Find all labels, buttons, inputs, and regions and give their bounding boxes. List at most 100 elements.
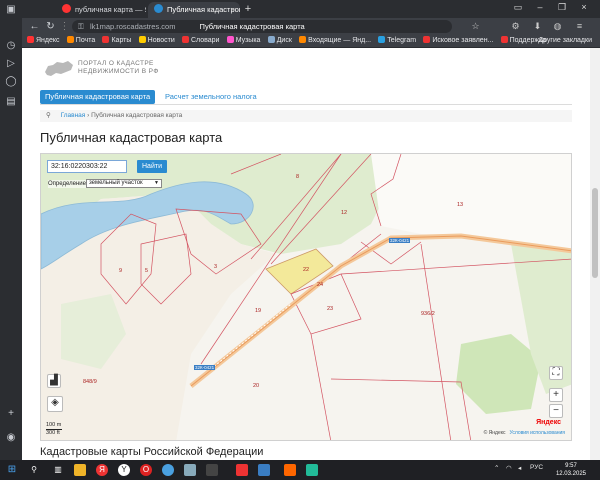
other-bookmarks[interactable]: Другие закладки bbox=[538, 35, 592, 47]
definition-label: Определение: bbox=[48, 180, 88, 188]
parcel-label[interactable]: 936/2 bbox=[421, 311, 435, 317]
chrome-icon[interactable] bbox=[162, 464, 174, 476]
history-icon[interactable]: ◷ bbox=[5, 40, 17, 52]
parcel-label[interactable]: 22 bbox=[303, 267, 309, 273]
home-icon[interactable]: ▣ bbox=[5, 4, 17, 16]
site-logo-text[interactable]: ПОРТАЛ О КАДАСТРЕ НЕДВИЖИМОСТИ В РФ bbox=[78, 60, 159, 76]
yandex-favicon-icon bbox=[62, 4, 71, 13]
section-heading: Кадастровые карты Российской Федерации bbox=[40, 446, 264, 458]
fullscreen-button[interactable]: ⛶ bbox=[549, 366, 563, 380]
pin-icon: ⚲ bbox=[46, 112, 51, 119]
input-language[interactable]: РУС bbox=[530, 464, 543, 471]
map-terms: © Яндекс Условия использования bbox=[483, 430, 566, 436]
bookmark-star-icon[interactable]: ☆ bbox=[470, 21, 481, 32]
wifi-icon[interactable]: ◠ bbox=[506, 464, 512, 472]
russia-map-logo-icon bbox=[45, 61, 73, 76]
terms-link[interactable]: Условия использования bbox=[510, 430, 566, 436]
tab-yandex-map[interactable]: публичная карта — Янде... bbox=[56, 2, 146, 18]
page-scrollbar[interactable] bbox=[590, 48, 600, 460]
tab-cadastral-map[interactable]: Публичная кадастровая ... × bbox=[148, 2, 240, 18]
app-icon[interactable] bbox=[206, 464, 218, 476]
zoom-in-button[interactable]: + bbox=[549, 388, 563, 402]
close-tab-icon[interactable]: × bbox=[231, 2, 235, 18]
volume-icon[interactable]: ◂ bbox=[518, 464, 521, 472]
parcel-label[interactable]: 9 bbox=[119, 268, 122, 274]
windows-start-icon[interactable]: ⊞ bbox=[6, 464, 18, 476]
messenger-icon[interactable]: ◯ bbox=[5, 76, 17, 88]
bookmark-item[interactable]: Диск bbox=[267, 35, 292, 47]
site-nav: Публичная кадастровая карта Расчет земел… bbox=[40, 90, 572, 105]
yandex-browser-icon[interactable]: Y bbox=[118, 464, 130, 476]
nav-cadastral-map[interactable]: Публичная кадастровая карта bbox=[40, 90, 156, 104]
chevron-down-icon: ▼ bbox=[154, 180, 159, 186]
extensions-icon[interactable]: ⚙ bbox=[510, 21, 521, 32]
yandex-app-icon[interactable]: Я bbox=[96, 464, 108, 476]
zoom-out-button[interactable]: − bbox=[549, 404, 563, 418]
search-icon[interactable]: ⚲ bbox=[28, 464, 40, 476]
parcel-label[interactable]: 8 bbox=[296, 174, 299, 180]
bookmark-item[interactable]: Карты bbox=[102, 35, 131, 47]
opera-icon[interactable]: O bbox=[140, 464, 152, 476]
layers-button[interactable]: ◈ bbox=[47, 396, 63, 412]
parcel-label[interactable]: 24 bbox=[317, 282, 323, 288]
map-canvas[interactable] bbox=[41, 154, 572, 441]
app-icon[interactable] bbox=[258, 464, 270, 476]
bookmark-item[interactable]: Входящие — Янд... bbox=[299, 35, 371, 47]
page-heading: Публичная кадастровая карта bbox=[40, 130, 223, 145]
new-tab-button[interactable]: + bbox=[242, 3, 254, 15]
nav-land-tax[interactable]: Расчет земельного налога bbox=[160, 90, 262, 104]
bookmark-item[interactable]: Новости bbox=[138, 35, 175, 47]
maximize-button[interactable]: ❐ bbox=[554, 2, 570, 13]
bookmarks-bar: Яндекс Почта Карты Новости Словари Музык… bbox=[22, 35, 600, 48]
bookmark-item[interactable]: Почта bbox=[66, 35, 95, 47]
tray-up-arrow-icon[interactable]: ⌃ bbox=[494, 464, 499, 472]
parcel-label[interactable]: 23 bbox=[327, 306, 333, 312]
app-icon[interactable] bbox=[184, 464, 196, 476]
bookmark-item[interactable]: Исковое заявлен... bbox=[423, 35, 493, 47]
parcel-label[interactable]: 13 bbox=[457, 202, 463, 208]
parcel-label[interactable]: 3 bbox=[214, 264, 217, 270]
cadastral-search-input[interactable]: 32:16:0220303:22 bbox=[47, 160, 127, 173]
bookmark-item[interactable]: Музыка bbox=[226, 35, 260, 47]
lock-icon: ⚿ bbox=[78, 22, 84, 31]
app-icon[interactable] bbox=[284, 464, 296, 476]
scrollbar-thumb[interactable] bbox=[592, 188, 598, 278]
alice-button-icon[interactable]: ◍ bbox=[552, 21, 563, 32]
minimize-button[interactable]: – bbox=[532, 2, 548, 12]
bookmark-item[interactable]: Telegram bbox=[378, 35, 416, 47]
reload-button[interactable]: ↻ bbox=[44, 20, 57, 33]
parcel-label[interactable]: 12 bbox=[341, 210, 347, 216]
page-title-in-bar: Публичная кадастровая карта bbox=[199, 22, 305, 31]
parcel-label[interactable]: 848/9 bbox=[83, 379, 97, 385]
parcel-label[interactable]: 19 bbox=[255, 308, 261, 314]
map-scale: 100 m 300 ft bbox=[46, 422, 62, 436]
back-button[interactable]: ← bbox=[28, 20, 41, 33]
breadcrumb-home[interactable]: Главная bbox=[61, 112, 86, 119]
play-icon[interactable]: ▷ bbox=[5, 58, 17, 70]
bookmark-item[interactable]: Яндекс bbox=[27, 35, 60, 47]
find-button[interactable]: Найти bbox=[137, 160, 167, 173]
cadastral-map[interactable]: 8 12 13 9 5 3 22 24 23 19 936/2 20 848/9… bbox=[40, 153, 572, 441]
downloads-icon[interactable]: ⬇ bbox=[532, 21, 543, 32]
ruler-button[interactable]: ▟ bbox=[47, 374, 61, 388]
definition-select[interactable]: земельный участок ▼ bbox=[86, 179, 162, 188]
parcel-label[interactable]: 5 bbox=[145, 268, 148, 274]
add-icon[interactable]: + bbox=[5, 408, 17, 420]
system-clock[interactable]: 9:57 12.03.2025 bbox=[556, 462, 586, 478]
parcel-label[interactable]: 20 bbox=[253, 383, 259, 389]
notes-icon[interactable]: ▤ bbox=[5, 96, 17, 108]
alice-icon[interactable]: ◉ bbox=[5, 432, 17, 444]
bookmark-item[interactable]: Словари bbox=[182, 35, 219, 47]
tab-strip: публичная карта — Янде... Публичная када… bbox=[22, 0, 600, 18]
task-view-icon[interactable]: ▥ bbox=[52, 464, 64, 476]
app-icon[interactable] bbox=[306, 464, 318, 476]
menu-icon[interactable]: ≡ bbox=[574, 21, 585, 32]
yandex-attribution[interactable]: Яндекс bbox=[536, 419, 561, 426]
browser-side-panel: ▣ ◷ ▷ ◯ ▤ + ◉ bbox=[0, 0, 22, 460]
file-explorer-icon[interactable] bbox=[74, 464, 86, 476]
bookmark-tabs-icon[interactable]: ▭ bbox=[510, 2, 526, 13]
url-field[interactable]: ⚿ lk1map.roscadastres.com Публичная када… bbox=[72, 20, 452, 33]
close-window-button[interactable]: × bbox=[576, 2, 592, 12]
forward-button[interactable]: ⋮ bbox=[58, 20, 71, 33]
app-icon[interactable] bbox=[236, 464, 248, 476]
